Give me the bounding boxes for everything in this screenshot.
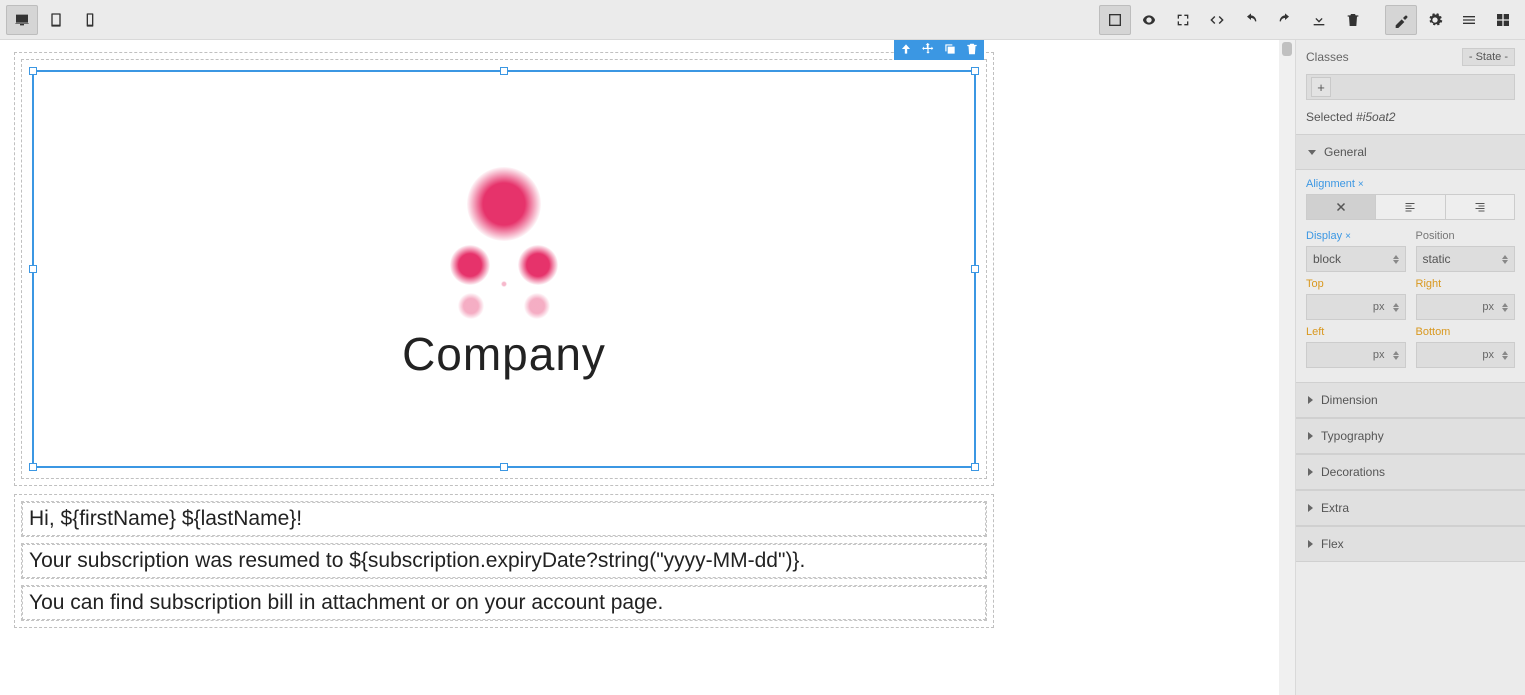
clear-button[interactable] [1337,5,1369,35]
left-input[interactable]: px [1306,342,1406,368]
blocks-tab[interactable] [1487,5,1519,35]
resize-handle[interactable] [29,67,37,75]
style-manager-tab[interactable] [1385,5,1417,35]
outline-toggle-button[interactable] [1099,5,1131,35]
alignment-group [1306,194,1515,220]
selected-element-id: Selected #i5oat2 [1296,106,1525,134]
align-left-button[interactable] [1376,194,1445,220]
class-input[interactable]: + [1306,74,1515,100]
layers-tab[interactable] [1453,5,1485,35]
add-class-button[interactable]: + [1311,77,1331,97]
section-flex[interactable]: Flex [1296,526,1525,562]
state-select[interactable]: - State - [1462,48,1515,66]
device-mobile-button[interactable] [74,5,106,35]
undo-button[interactable] [1235,5,1267,35]
resize-handle[interactable] [971,265,979,273]
device-desktop-button[interactable] [6,5,38,35]
position-label: Position [1416,230,1516,242]
body-text-1[interactable]: Your subscription was resumed to ${subsc… [22,544,986,578]
fullscreen-button[interactable] [1167,5,1199,35]
logo-image: Company [402,157,606,381]
resize-handle[interactable] [971,67,979,75]
right-label: Right [1416,278,1516,290]
resize-handle[interactable] [500,67,508,75]
canvas-actions [1099,5,1519,35]
selected-component[interactable]: Company [32,70,976,468]
selection-toolbar [894,40,984,60]
display-label: Display× [1306,230,1406,242]
right-input[interactable]: px [1416,294,1516,320]
bottom-label: Bottom [1416,326,1516,338]
resize-handle[interactable] [29,463,37,471]
scrollbar[interactable] [1279,40,1295,695]
section-typography[interactable]: Typography [1296,418,1525,454]
align-right-button[interactable] [1446,194,1515,220]
top-label: Top [1306,278,1406,290]
preview-button[interactable] [1133,5,1165,35]
delete-button[interactable] [964,41,980,57]
body-text-2[interactable]: You can find subscription bill in attach… [22,586,986,620]
copy-button[interactable] [942,41,958,57]
section-dimension[interactable]: Dimension [1296,382,1525,418]
left-label: Left [1306,326,1406,338]
greeting-text[interactable]: Hi, ${firstName} ${lastName}! [22,502,986,536]
canvas[interactable]: Company Hi, ${firstName} ${lastName}! Yo… [0,40,1295,695]
settings-tab[interactable] [1419,5,1451,35]
classes-label: Classes [1306,50,1349,64]
top-input[interactable]: px [1306,294,1406,320]
section-general[interactable]: General [1296,134,1525,170]
resize-handle[interactable] [971,463,979,471]
bottom-input[interactable]: px [1416,342,1516,368]
resize-handle[interactable] [29,265,37,273]
move-button[interactable] [920,41,936,57]
top-toolbar [0,0,1525,40]
align-none-button[interactable] [1306,194,1376,220]
device-switcher [6,5,106,35]
import-button[interactable] [1303,5,1335,35]
logo-text: Company [402,327,606,381]
section-general-body: Alignment× Display× block Position stati… [1296,170,1525,382]
select-parent-button[interactable] [898,41,914,57]
resize-handle[interactable] [500,463,508,471]
code-button[interactable] [1201,5,1233,35]
section-decorations[interactable]: Decorations [1296,454,1525,490]
section-extra[interactable]: Extra [1296,490,1525,526]
device-tablet-button[interactable] [40,5,72,35]
display-select[interactable]: block [1306,246,1406,272]
style-sidebar: Classes - State - + Selected #i5oat2 Gen… [1295,40,1525,695]
position-select[interactable]: static [1416,246,1516,272]
alignment-label: Alignment× [1306,178,1515,190]
redo-button[interactable] [1269,5,1301,35]
